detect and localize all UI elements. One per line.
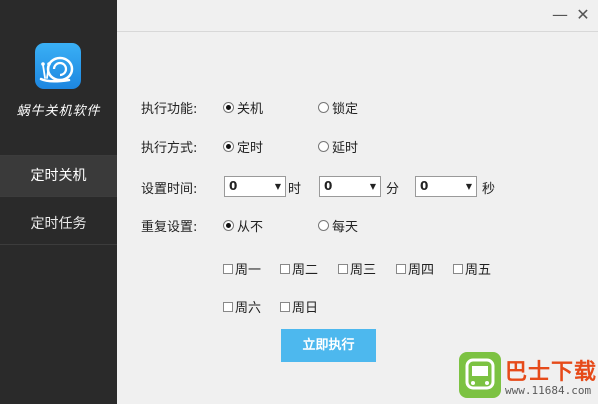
watermark-logo-icon xyxy=(459,352,501,398)
hour-unit: 时 xyxy=(288,182,302,197)
checkbox-box xyxy=(223,263,233,274)
minute-value: 0 xyxy=(324,179,333,193)
app-logo xyxy=(35,43,81,89)
mode-label: 执行方式: xyxy=(141,141,198,156)
radio-indicator xyxy=(318,141,329,152)
watermark-url: www.11684.com xyxy=(505,384,592,397)
minimize-button[interactable]: — xyxy=(550,5,570,25)
bus-download-icon xyxy=(465,358,495,390)
checkbox-box xyxy=(280,301,290,312)
checkbox-label: 周四 xyxy=(408,263,435,278)
radio-indicator xyxy=(223,141,234,152)
main-panel: — ✕ 执行功能: 关机 锁定 执行方式: 定时 延时 设置时间: 0 ▼ 时 … xyxy=(117,0,598,404)
sidebar-item-timed-shutdown[interactable]: 定时关机 xyxy=(0,156,117,196)
checkbox-label: 周五 xyxy=(465,263,492,278)
checkbox-tuesday[interactable]: 周二 xyxy=(280,259,318,278)
snail-icon xyxy=(39,56,74,83)
execute-now-button[interactable]: 立即执行 xyxy=(281,329,376,362)
radio-label: 延时 xyxy=(332,141,359,156)
checkbox-label: 周三 xyxy=(350,263,377,278)
checkbox-box xyxy=(338,263,348,274)
second-value: 0 xyxy=(420,179,429,193)
sidebar-item-timed-task[interactable]: 定时任务 xyxy=(0,204,117,244)
second-select[interactable]: 0 ▼ xyxy=(415,176,477,197)
app-name: 蜗牛关机软件 xyxy=(16,104,101,119)
function-label: 执行功能: xyxy=(141,102,198,117)
time-label: 设置时间: xyxy=(141,182,198,197)
radio-scheduled[interactable]: 定时 xyxy=(223,137,263,156)
radio-indicator xyxy=(223,102,234,113)
checkbox-friday[interactable]: 周五 xyxy=(453,259,491,278)
hour-value: 0 xyxy=(229,179,238,193)
radio-indicator xyxy=(318,220,329,231)
dropdown-arrow-icon: ▼ xyxy=(369,182,376,191)
radio-never[interactable]: 从不 xyxy=(223,216,263,235)
checkbox-label: 周一 xyxy=(235,263,262,278)
minute-select[interactable]: 0 ▼ xyxy=(319,176,381,197)
radio-label: 关机 xyxy=(237,102,264,117)
minute-unit: 分 xyxy=(386,182,400,197)
checkbox-box xyxy=(280,263,290,274)
checkbox-wednesday[interactable]: 周三 xyxy=(338,259,376,278)
checkbox-saturday[interactable]: 周六 xyxy=(223,297,261,316)
title-bar: — ✕ xyxy=(117,0,598,32)
radio-label: 每天 xyxy=(332,220,359,235)
repeat-label: 重复设置: xyxy=(141,220,198,235)
checkbox-label: 周日 xyxy=(292,301,319,316)
radio-daily[interactable]: 每天 xyxy=(318,216,358,235)
radio-label: 定时 xyxy=(237,141,264,156)
checkbox-label: 周六 xyxy=(235,301,262,316)
nav-divider xyxy=(0,196,117,197)
nav-divider xyxy=(0,244,117,245)
watermark-text: 巴士下载 xyxy=(505,360,598,385)
checkbox-label: 周二 xyxy=(292,263,319,278)
radio-lock[interactable]: 锁定 xyxy=(318,98,358,117)
close-button[interactable]: ✕ xyxy=(573,5,593,25)
radio-label: 从不 xyxy=(237,220,264,235)
checkbox-box xyxy=(396,263,406,274)
radio-delayed[interactable]: 延时 xyxy=(318,137,358,156)
second-unit: 秒 xyxy=(482,182,496,197)
checkbox-box xyxy=(223,301,233,312)
checkbox-box xyxy=(453,263,463,274)
radio-label: 锁定 xyxy=(332,102,359,117)
radio-indicator xyxy=(318,102,329,113)
checkbox-thursday[interactable]: 周四 xyxy=(396,259,434,278)
watermark: 巴士下载 www.11684.com xyxy=(455,348,598,404)
checkbox-sunday[interactable]: 周日 xyxy=(280,297,318,316)
hour-select[interactable]: 0 ▼ xyxy=(224,176,286,197)
radio-shutdown[interactable]: 关机 xyxy=(223,98,263,117)
dropdown-arrow-icon: ▼ xyxy=(274,182,281,191)
radio-indicator xyxy=(223,220,234,231)
checkbox-monday[interactable]: 周一 xyxy=(223,259,261,278)
sidebar: 蜗牛关机软件 定时关机 定时任务 xyxy=(0,0,117,404)
dropdown-arrow-icon: ▼ xyxy=(465,182,472,191)
